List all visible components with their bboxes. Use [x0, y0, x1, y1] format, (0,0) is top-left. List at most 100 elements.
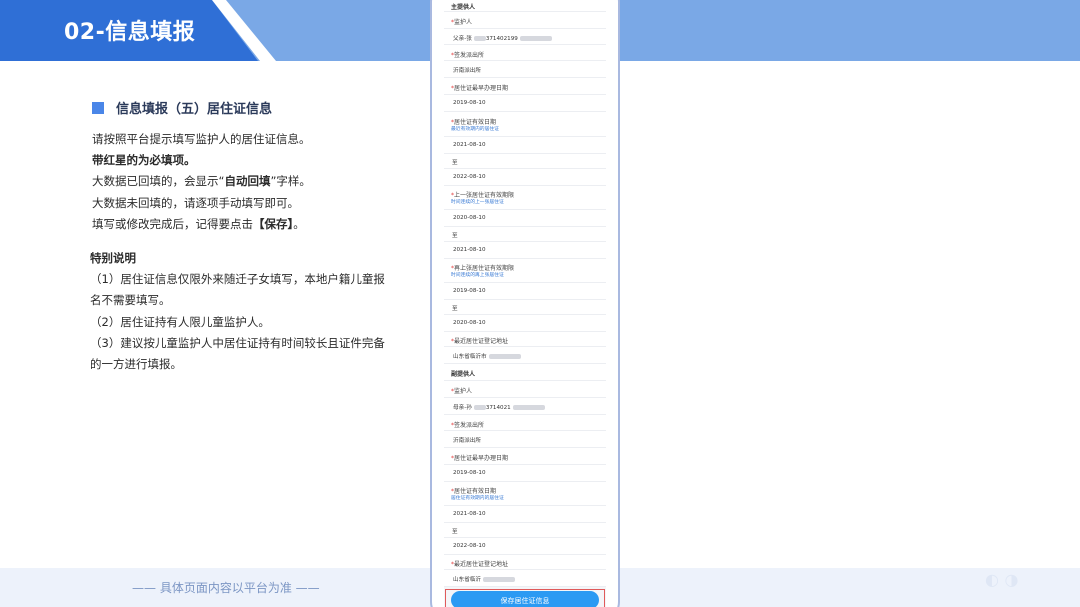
section-title: 信息填报（五）居住证信息	[116, 102, 273, 117]
intro-line-5c: 。	[293, 216, 305, 231]
field-guardian: *监护人	[444, 12, 606, 29]
valid-to-value: 2022-08-10	[453, 174, 486, 180]
field-label: 监护人	[454, 19, 473, 26]
field-value-row[interactable]: 2019-08-10	[444, 95, 606, 112]
intro-line-5b: 【保存】	[253, 216, 294, 231]
field-value-row[interactable]: 山东省临沂市	[444, 347, 606, 364]
field-label: 签发派出所	[454, 422, 485, 429]
note-2: （2）居住证持有人限儿童监护人。	[90, 314, 270, 329]
field-issuer: *签发派出所	[444, 415, 606, 431]
note-1: （1）居住证信息仅限外来随迁子女填写，本地户籍儿童报名不需要填写。	[90, 272, 385, 308]
intro-text: 请按照平台提示填写监护人的居住证信息。 带红星的为必填项。 大数据已回填的，会显…	[92, 129, 311, 235]
intro-line-3a: 大数据已回填的，会显示“	[92, 174, 225, 189]
field-value-row[interactable]: 2021-08-10	[444, 506, 606, 523]
valid-to-value: 2022-08-10	[453, 543, 486, 549]
field-value-row[interactable]: 2021-08-10	[444, 137, 606, 154]
field-value-row[interactable]: 2019-08-10	[444, 283, 606, 300]
watermark-logo: ◐ ◑	[985, 570, 1019, 589]
redaction-mark	[473, 36, 486, 41]
field-value-row[interactable]: 沂南派出所	[444, 431, 606, 448]
field-hint: 时间连续的再上张居住证	[451, 273, 504, 278]
field-value-row[interactable]: 父亲-张 371402199	[444, 29, 606, 45]
field-value-row[interactable]: 2021-08-10	[444, 242, 606, 259]
save-residence-permit-button[interactable]: 保存居住证信息	[451, 591, 599, 607]
prev-from-value: 2020-08-10	[453, 215, 486, 221]
to-row: 至	[444, 154, 606, 169]
to-label: 至	[452, 529, 458, 535]
field-address: *最近居住证登记地址	[444, 555, 606, 570]
field-label: 最近居住证登记地址	[454, 561, 509, 568]
earliest-date-value: 2019-08-10	[453, 470, 486, 476]
intro-line-3c: ”字样。	[270, 174, 311, 189]
field-label: 签发派出所	[454, 52, 485, 59]
prev2-from-value: 2019-08-10	[453, 288, 486, 294]
redaction-mark	[519, 36, 552, 41]
field-value-row[interactable]: 2022-08-10	[444, 538, 606, 555]
intro-line-5: 填写或修改完成后，记得要点击【保存】。	[92, 214, 311, 235]
prev-to-value: 2021-08-10	[453, 247, 486, 253]
redaction-mark	[482, 577, 515, 582]
to-label: 至	[452, 160, 458, 166]
to-row: 至	[444, 300, 606, 315]
to-row: 至	[444, 523, 606, 538]
to-label: 至	[452, 233, 458, 239]
special-notes: 特别说明 （1）居住证信息仅限外来随迁子女填写，本地户籍儿童报名不需要填写。 （…	[90, 248, 390, 375]
notes-title: 特别说明	[90, 251, 136, 265]
field-earliest: *居住证最早办理日期	[444, 78, 606, 95]
field-label: 居住证最早办理日期	[454, 455, 509, 462]
note-3: （3）建议按儿童监护人中居住证持有时间较长且证件完备的一方进行填报。	[90, 335, 385, 372]
field-value-row[interactable]: 2022-08-10	[444, 169, 606, 186]
guardian-name-value: 父亲-张	[453, 36, 472, 42]
field-hint: 最近有效期内的居住证	[451, 127, 499, 132]
to-label: 至	[452, 306, 458, 312]
field-valid: *居住证有效日期 最近有效期内的居住证	[444, 112, 606, 137]
field-value-row[interactable]: 2019-08-10	[444, 465, 606, 482]
field-value-row[interactable]: 母亲-孙 3714021	[444, 398, 606, 415]
intro-line-3b: 自动回填	[224, 174, 271, 189]
prev2-to-value: 2020-08-10	[453, 320, 486, 326]
guardian-id-value: 3714021	[485, 405, 511, 411]
field-label: 居住证最早办理日期	[454, 85, 509, 92]
field-value-row[interactable]: 2020-08-10	[444, 210, 606, 227]
valid-from-value: 2021-08-10	[453, 142, 486, 148]
field-prev: *上一张居住证有效期限 时间连续的上一张居住证	[444, 186, 606, 210]
redaction-mark	[488, 354, 521, 359]
earliest-date-value: 2019-08-10	[453, 100, 486, 106]
guardian-name-value: 母亲-孙	[453, 405, 472, 411]
guardian-id-value: 371402199	[485, 36, 518, 42]
page: 02-信息填报 信息填报（五）居住证信息 请按照平台提示填写监护人的居住证信息。…	[0, 0, 1080, 607]
field-issuer: *签发派出所	[444, 45, 606, 61]
group-header: 副提供人	[444, 364, 606, 381]
valid-from-value: 2021-08-10	[453, 511, 486, 517]
field-earliest: *居住证最早办理日期	[444, 448, 606, 465]
address-value: 山东省临沂市	[453, 354, 487, 360]
intro-line-5a: 填写或修改完成后，记得要点击	[92, 216, 253, 231]
group-title-secondary: 副提供人	[451, 371, 476, 378]
issuer-value: 沂南派出所	[453, 68, 481, 74]
intro-line-4: 大数据未回填的，请逐项手动填写即可。	[92, 195, 299, 210]
field-valid: *居住证有效日期 居住证有效期内的居住证	[444, 482, 606, 506]
section-heading: 信息填报（五）居住证信息	[92, 98, 272, 117]
header-title: 02-信息填报	[64, 20, 196, 45]
footer-note: —— 具体页面内容以平台为准 ——	[132, 581, 320, 595]
field-address: *最近居住证登记地址	[444, 332, 606, 347]
field-label: 监护人	[454, 388, 473, 395]
field-value-row[interactable]: 2020-08-10	[444, 315, 606, 332]
redaction-mark	[473, 405, 486, 410]
field-hint: 时间连续的上一张居住证	[451, 200, 504, 205]
address-value: 山东省临沂	[453, 577, 481, 583]
field-value-row[interactable]: 沂南派出所	[444, 61, 606, 78]
to-row: 至	[444, 227, 606, 242]
redaction-mark	[512, 405, 545, 410]
field-guardian: *监护人	[444, 381, 606, 398]
issuer-value: 沂南派出所	[453, 438, 481, 444]
field-hint: 居住证有效期内的居住证	[451, 496, 504, 501]
group-header: 主提供人	[444, 0, 606, 12]
intro-line-3: 大数据已回填的，会显示“自动回填”字样。	[92, 171, 311, 192]
group-title-primary: 主提供人	[451, 4, 476, 11]
field-prev2: *再上张居住证有效期限 时间连续的再上张居住证	[444, 259, 606, 283]
intro-line-2: 带红星的为必填项。	[92, 153, 196, 168]
field-value-row[interactable]: 山东省临沂	[444, 570, 606, 587]
square-bullet-icon	[92, 101, 104, 114]
intro-line-1: 请按照平台提示填写监护人的居住证信息。	[92, 132, 311, 146]
